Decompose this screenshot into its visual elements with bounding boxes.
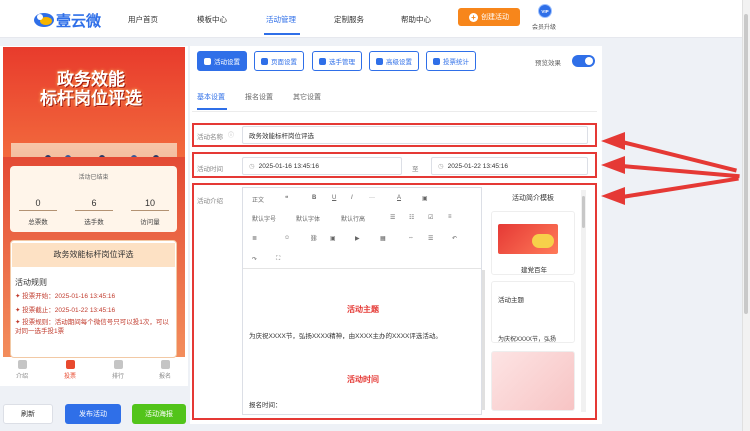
vote-statistics-button[interactable]: 投票统计 (426, 51, 476, 71)
highlight-box-intro (192, 183, 597, 420)
gear-icon (204, 57, 211, 65)
page-scrollbar-thumb[interactable] (744, 14, 748, 314)
trophy-icon (113, 360, 123, 369)
create-activity-label: 创建活动 (481, 14, 509, 21)
activity-settings-button[interactable]: 活动设置 (197, 51, 247, 71)
brand-name[interactable]: 壹云微 (56, 10, 101, 31)
sliders-icon (376, 57, 383, 65)
stat-total-votes: 0 总票数 (18, 198, 58, 226)
poster-button[interactable]: 活动海报 (132, 404, 186, 424)
rule-text: 投票开始：2025-01-16 13:45:16 (22, 293, 116, 300)
nav-item-help[interactable]: 帮助中心 (401, 14, 431, 25)
highlight-box-time (192, 152, 597, 178)
subtab-active-underline (197, 108, 227, 110)
tab-label: 介绍 (15, 374, 28, 380)
stat-label: 访问量 (140, 219, 160, 226)
banner-title-line2: 标杆岗位评选 (40, 89, 142, 108)
stat-visits: 10 访问量 (130, 198, 170, 226)
tab-label: 投票 (63, 374, 76, 380)
brand-logo-icon[interactable] (33, 8, 55, 30)
vip-icon[interactable]: VIP (538, 4, 552, 18)
stat-value: 0 (35, 198, 41, 208)
refresh-button[interactable]: 刷新 (3, 404, 53, 424)
stat-label: 选手数 (84, 219, 104, 226)
stat-divider (75, 210, 113, 211)
rule-item: ✦ 投票规则：活动期间每个微信号只可以投1次，可以对同一选手投1票 (15, 319, 169, 335)
divider (192, 111, 597, 112)
nav-item-home[interactable]: 用户首页 (128, 14, 158, 25)
tab-intro[interactable]: 介绍 (9, 360, 35, 380)
rule-text: 投票规则：活动期间每个微信号只可以投1次，可以对同一选手投1票 (15, 319, 169, 335)
vip-upgrade-link[interactable]: 会员升级 (532, 22, 556, 31)
plus-icon: + (469, 12, 478, 22)
banner-illustration (11, 143, 177, 157)
button-label: 投票统计 (443, 59, 469, 66)
rule-item: ✦ 投票开始：2025-01-16 13:45:16 (15, 293, 116, 300)
rules-title: 活动规则 (15, 278, 47, 287)
tab-other-settings[interactable]: 其它设置 (293, 92, 321, 102)
annotation-arrow-shaft (621, 176, 739, 199)
button-label: 选手管理 (329, 59, 355, 66)
user-icon (160, 360, 170, 369)
stat-value: 10 (144, 198, 155, 208)
activity-status: 活动已结束 (78, 175, 109, 181)
activity-name-banner: 政务效能标杆岗位评选 (12, 243, 175, 267)
nav-active-underline (264, 33, 300, 35)
users-icon (319, 57, 326, 65)
stat-divider (131, 210, 169, 211)
nav-item-templates[interactable]: 模板中心 (197, 14, 227, 25)
button-label: 活动设置 (214, 59, 240, 66)
home-icon (65, 360, 75, 369)
stat-value: 6 (91, 198, 97, 208)
tab-label: 报名 (158, 374, 171, 380)
preview-toggle-label: 预览效果 (535, 60, 561, 67)
top-navbar (0, 0, 742, 38)
tab-basic-settings[interactable]: 基本设置 (197, 92, 225, 102)
contestant-management-button[interactable]: 选手管理 (312, 51, 362, 71)
stat-divider (19, 210, 57, 211)
tab-vote[interactable]: 投票 (57, 360, 83, 380)
tab-signup-settings[interactable]: 报名设置 (245, 92, 273, 102)
button-label: 页面设置 (271, 59, 297, 66)
intro-icon (17, 360, 27, 369)
rule-item: ✦ 投票截止：2025-01-22 13:45:16 (15, 307, 116, 314)
bar-chart-icon (433, 57, 440, 65)
rule-text: 投票截止：2025-01-22 13:45:16 (22, 307, 116, 314)
stat-label: 总票数 (28, 219, 48, 226)
tab-signup[interactable]: 报名 (152, 360, 178, 380)
preview-toggle[interactable] (572, 55, 595, 67)
gear-icon (261, 57, 268, 65)
tab-ranking[interactable]: 排行 (105, 360, 131, 380)
stat-contestants: 6 选手数 (74, 198, 114, 226)
publish-button[interactable]: 发布活动 (65, 404, 121, 424)
tab-label: 排行 (111, 374, 124, 380)
page-settings-button[interactable]: 页面设置 (254, 51, 304, 71)
nav-item-activity[interactable]: 活动管理 (266, 14, 296, 25)
advanced-settings-button[interactable]: 高级设置 (369, 51, 419, 71)
create-activity-button[interactable]: + 创建活动 (458, 8, 520, 26)
nav-item-custom-service[interactable]: 定制服务 (334, 14, 364, 25)
button-label: 高级设置 (386, 59, 412, 66)
highlight-box-name (192, 123, 597, 147)
